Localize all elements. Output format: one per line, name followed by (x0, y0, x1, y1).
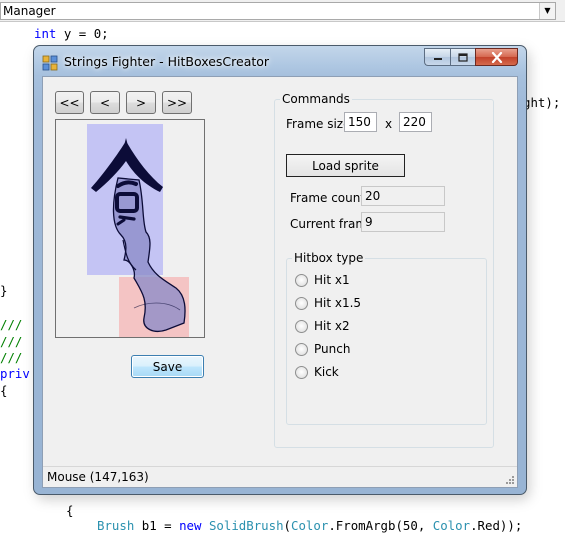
frame-count-label: Frame count: (290, 191, 370, 205)
code-type: Color (291, 518, 329, 533)
window-client-area: << < > >> Save Commands Frame size 150 x… (42, 76, 518, 488)
close-icon (491, 51, 502, 63)
radio-button-icon[interactable] (295, 273, 308, 287)
code-type: Brush (97, 518, 135, 533)
code-text: y = 0; (56, 26, 109, 41)
sprite-image (87, 124, 189, 337)
frame-size-label: Frame size (286, 117, 351, 131)
code-brace-open: { (0, 383, 8, 398)
code-text: .Red)); (470, 518, 523, 533)
code-comment: /// (0, 350, 23, 365)
radio-button-icon[interactable] (295, 342, 308, 356)
maximize-button[interactable] (450, 48, 475, 66)
code-line-brush: Brush b1 = new SolidBrush(Color.FromArgb… (97, 518, 522, 533)
previous-frame-button[interactable]: < (90, 91, 120, 114)
code-brace-open-inner: { (66, 503, 74, 518)
hitbox-option-label: Hit x2 (314, 319, 350, 333)
code-text: b1 = (134, 518, 180, 533)
hitbox-option-punch[interactable]: Punch (295, 342, 350, 356)
code-type: SolidBrush (208, 518, 284, 533)
code-comment: /// (0, 334, 23, 349)
hitbox-option-label: Hit x1.5 (314, 296, 362, 310)
hitbox-option-label: Punch (314, 342, 351, 356)
dropdown-arrow-icon[interactable]: ▼ (539, 3, 555, 19)
window-app-icon[interactable] (42, 55, 58, 71)
radio-button-icon[interactable] (295, 296, 308, 310)
next-frame-button[interactable]: > (126, 91, 156, 114)
close-button[interactable] (475, 48, 518, 66)
code-keyword: new (179, 518, 202, 533)
minimize-button[interactable] (424, 48, 450, 66)
code-brace-close: } (0, 283, 8, 298)
ide-combo-value: Manager (3, 4, 56, 18)
window-title: Strings Fighter - HitBoxesCreator (64, 54, 270, 69)
hitbox-type-title: Hitbox type (292, 251, 366, 265)
load-sprite-button[interactable]: Load sprite (286, 154, 405, 177)
maximize-icon (458, 52, 468, 62)
commands-group: Commands Frame size 150 x 220 Load sprit… (274, 92, 494, 448)
hitbox-type-group: Hitbox type Hit x1 Hit x1.5 Hit x2 Punch… (286, 251, 487, 425)
mouse-position-status: Mouse (147,163) (47, 470, 149, 484)
current-frame-value: 9 (361, 212, 445, 232)
frame-size-separator: x (385, 117, 393, 131)
hitbox-option-label: Hit x1 (314, 273, 350, 287)
commands-group-title: Commands (280, 92, 352, 106)
minimize-icon (433, 58, 442, 60)
code-line-int-y: int y = 0; (34, 26, 109, 42)
frame-width-input[interactable]: 150 (344, 112, 377, 132)
hitbox-option-hit-x1-5[interactable]: Hit x1.5 (295, 296, 361, 310)
radio-button-icon[interactable] (295, 319, 308, 333)
hitbox-option-hit-x2[interactable]: Hit x2 (295, 319, 350, 333)
ide-members-dropdown[interactable]: Manager ▼ (0, 2, 556, 20)
code-keyword-private: priv (0, 366, 30, 381)
code-comment: /// (0, 317, 23, 332)
radio-button-icon[interactable] (295, 365, 308, 379)
hitbox-option-kick[interactable]: Kick (295, 365, 339, 379)
frame-count-value: 20 (361, 186, 445, 206)
hitbox-option-hit-x1[interactable]: Hit x1 (295, 273, 350, 287)
hitbox-option-label: Kick (314, 365, 339, 379)
ide-navigation-bar: Manager ▼ (0, 0, 565, 22)
resize-grip-icon[interactable] (505, 475, 515, 485)
caption-buttons (424, 48, 518, 66)
hitboxes-creator-window: Strings Fighter - HitBoxesCreator << < >… (33, 45, 527, 495)
first-frame-button[interactable]: << (55, 91, 84, 114)
code-text: ( (283, 518, 292, 533)
last-frame-button[interactable]: >> (162, 91, 192, 114)
save-button[interactable]: Save (131, 355, 204, 378)
code-text: .FromArgb(50, (328, 518, 433, 533)
code-keyword: int (34, 26, 57, 41)
status-bar: Mouse (147,163) (43, 466, 517, 487)
screen: { "ide": { "combo_value": "Manager", "co… (0, 0, 565, 533)
sprite-canvas[interactable] (55, 119, 205, 338)
code-type: Color (432, 518, 471, 533)
frame-height-input[interactable]: 220 (399, 112, 432, 132)
